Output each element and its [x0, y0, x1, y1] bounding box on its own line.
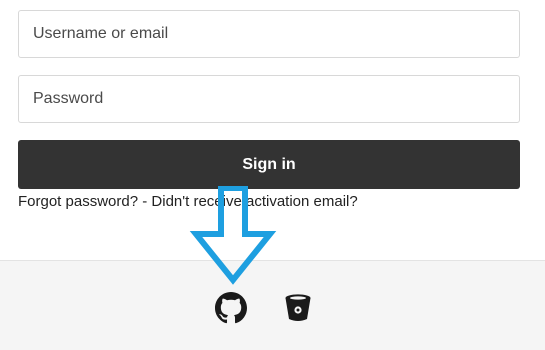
bitbucket-login-button[interactable] [281, 291, 315, 325]
bitbucket-icon [285, 294, 311, 321]
link-separator: - [138, 193, 152, 210]
username-input[interactable] [18, 10, 520, 58]
forgot-password-link[interactable]: Forgot password? [18, 193, 138, 210]
github-login-button[interactable] [214, 291, 248, 325]
github-icon [215, 292, 247, 324]
account-help-links: Forgot password? - Didn't receive activa… [18, 193, 358, 210]
password-input[interactable] [18, 75, 520, 123]
resend-activation-link[interactable]: Didn't receive activation email? [151, 193, 357, 210]
social-login-footer [0, 260, 545, 350]
sign-in-button[interactable]: Sign in [18, 140, 520, 189]
